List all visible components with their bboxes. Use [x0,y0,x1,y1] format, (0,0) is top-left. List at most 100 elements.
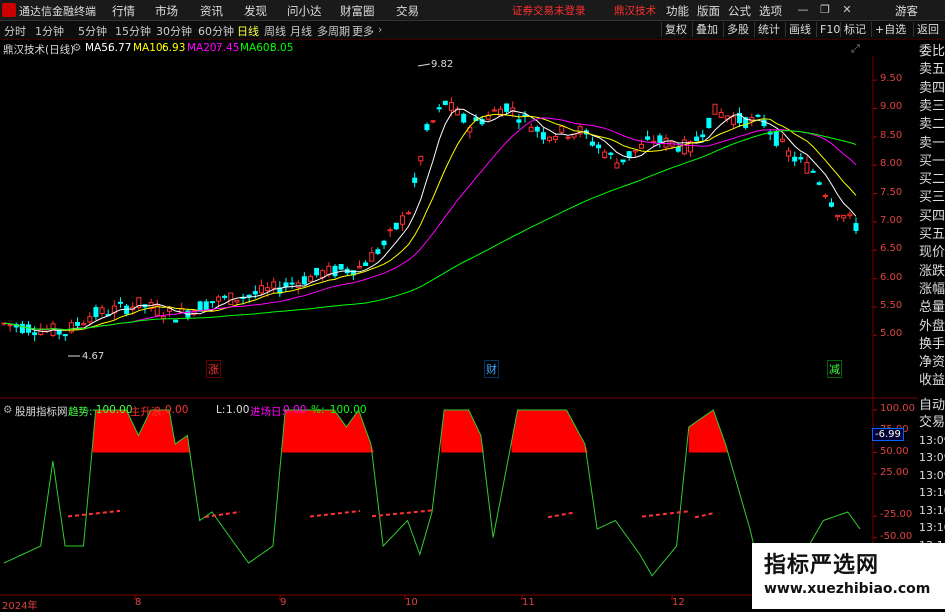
entry-marker [641,510,691,518]
candle-body [718,112,724,118]
candle-body [638,143,644,149]
candle-body [295,282,301,288]
indicator-tick-label: -25.00 [880,509,913,521]
price-tick-label: 5.00 [880,328,903,340]
side-panel-item[interactable]: 涨幅 [919,281,945,299]
candle-body [779,138,785,142]
candle-body [314,267,320,276]
candle-body [700,134,706,138]
price-tick-label: 8.00 [880,158,903,170]
event-marker-jian[interactable]: 减 [827,360,842,378]
side-panel-item[interactable]: 换手 [919,336,945,354]
side-panel-item[interactable]: 13:10 [919,502,945,520]
candle-body [565,136,571,139]
candle-body [847,213,853,217]
entry-marker [67,509,121,518]
candle-body [81,323,87,326]
candle-body [835,214,841,218]
candle-body [694,136,700,141]
candle-body [222,295,228,298]
candle-body [7,324,13,327]
kline-chart[interactable] [0,0,945,609]
side-panel-item[interactable]: 现价 [919,244,945,262]
indicator-tick-label: 25.00 [880,466,909,478]
side-panel-item[interactable]: 自动 [919,397,945,415]
side-panel-item[interactable]: 交易 [919,414,945,432]
candle-body [246,294,252,298]
side-panel-item[interactable]: 总量 [919,299,945,317]
candle-body [553,136,559,140]
low-price-mark: 4.67 [82,351,105,362]
event-marker-cai[interactable]: 财 [484,360,499,378]
side-panel-item[interactable]: 买五 [919,226,945,244]
side-panel-item[interactable]: 卖一 [919,135,945,153]
price-tick-label: 8.50 [880,129,903,141]
candle-body [363,262,369,267]
candle-body [516,119,522,123]
candle-body [209,301,215,304]
side-panel-item[interactable]: 净资 [919,354,945,372]
side-panel-item[interactable]: 买三 [919,189,945,207]
candle-body [663,137,669,148]
side-panel-item[interactable]: 13:10 [919,519,945,537]
candle-body [124,305,130,315]
candle-body [620,159,626,163]
candle-body [406,212,412,215]
candle-body [657,135,663,143]
L-value: 1.00 [226,404,250,416]
candle-body [62,334,68,337]
candle-body [424,124,430,131]
candle-body [626,151,632,158]
side-panel-item[interactable]: 13:09 [919,432,945,450]
side-panel-item[interactable]: 买一 [919,153,945,171]
side-panel-item[interactable]: 买四 [919,208,945,226]
candle-body [730,116,736,125]
candle-body [602,151,608,159]
candle-body [448,102,454,111]
side-panel-item[interactable]: 13:09 [919,467,945,485]
side-panel-item[interactable]: 买二 [919,171,945,189]
candle-body [160,316,166,319]
candle-body [252,291,258,295]
side-panel-item[interactable]: 卖五 [919,61,945,79]
indicator-gear-icon[interactable]: ⚙ [3,404,12,416]
candle-body [307,276,313,282]
high-price-mark: 9.82 [431,59,454,70]
side-panel-item[interactable]: 卖三 [919,98,945,116]
time-axis-label: 9 [280,597,287,608]
candle-body [32,332,38,336]
watermark-url: www.xuezhibiao.com [764,581,931,597]
candle-body [197,301,203,312]
candle-body [418,155,424,162]
side-panel-item[interactable]: 13:10 [919,484,945,502]
candle-body [369,252,375,262]
L-label: L: [216,404,226,416]
side-panel-item[interactable]: 卖四 [919,80,945,98]
candle-body [589,141,595,146]
quote-side-panel: 委比 卖五 卖四 卖三 卖二 卖一 买一 买二 买三 买四 买五 现价 涨跌 涨幅 总量 外盘 换手 净资 收益自动… [918,40,945,609]
candle-body [399,215,405,225]
moving-average-lines [3,108,857,333]
candle-body [798,157,804,160]
entry-marker [371,509,433,518]
candle-body [755,114,761,117]
candle-body [117,301,123,304]
price-tick-label: 7.00 [880,214,903,226]
candle-body [412,177,418,183]
side-panel-item[interactable]: 委比 [919,43,945,61]
entry-value: 0.00 [283,404,307,416]
side-panel-item[interactable]: 涨跌 [919,263,945,281]
indicator-name[interactable]: 股朋指标网 [15,404,68,419]
candle-body [436,107,442,110]
side-panel-item[interactable]: 卖二 [919,116,945,134]
cursor-value-label: -6.99 [872,428,904,441]
candle-body [547,136,553,141]
candle-body [816,182,822,185]
candle-body [258,285,264,294]
candle-body [706,117,712,129]
time-axis-label: 10 [405,597,418,608]
side-panel-item[interactable]: 13:09 [919,449,945,467]
side-panel-item[interactable]: 外盘 [919,318,945,336]
event-marker-zhang[interactable]: 涨 [206,360,221,378]
side-panel-item[interactable]: 收益 [919,372,945,390]
